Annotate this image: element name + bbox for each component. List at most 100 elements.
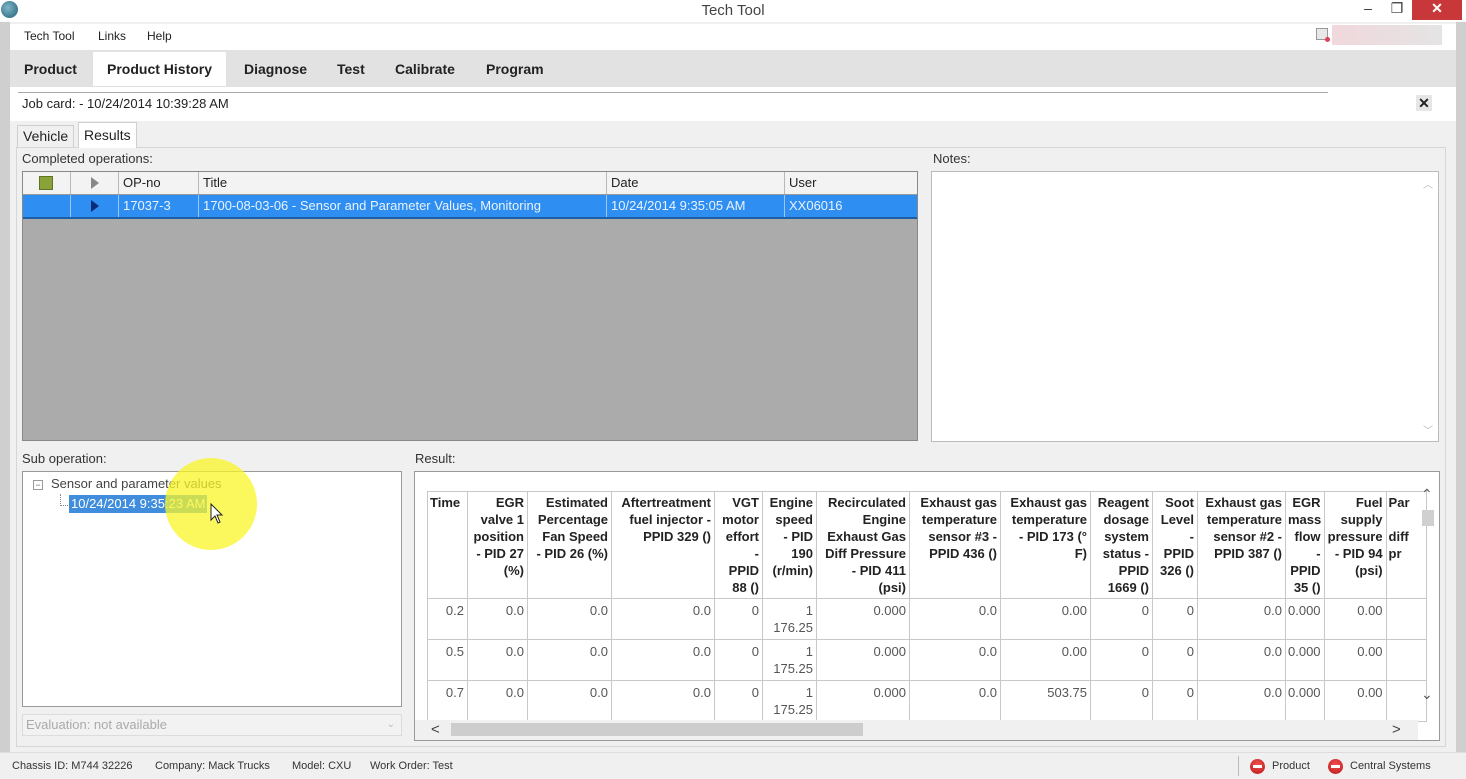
window-title: Tech Tool [701, 2, 765, 19]
result-vertical-scrollbar[interactable]: ⌃ ⌄ [1418, 486, 1438, 716]
result-column-header[interactable]: Reagent dosage system status - PPID 1669 () [1090, 491, 1153, 599]
result-column-header[interactable]: EGR mass flow - PPID 35 () [1285, 491, 1325, 599]
header-expand-column[interactable] [71, 172, 119, 194]
header-text-line: PPID 329 () [643, 529, 711, 544]
header-text-line: EGR [1292, 495, 1321, 510]
job-card-label: Job card: - 10/24/2014 10:39:28 AM [22, 96, 229, 111]
menu-help[interactable]: Help [147, 29, 172, 43]
restore-button[interactable]: ❐ [1386, 0, 1408, 20]
header-text-line: F) [1074, 546, 1087, 561]
header-text-line: Aftertreatment [621, 495, 711, 510]
result-cell: 0 [1152, 639, 1198, 681]
play-icon [91, 177, 99, 189]
result-column-header[interactable]: Recirculated Engine Exhaust Gas Diff Pressu… [816, 491, 910, 599]
completed-operations-grid: OP-no Title Date User 17037-3 1700-08-03… [22, 171, 918, 441]
notes-textarea[interactable]: ︿ ﹀ [931, 171, 1439, 442]
result-cell: 503.75 [1000, 680, 1091, 722]
result-horizontal-scrollbar[interactable]: < > [415, 720, 1418, 740]
header-text-line: - [1316, 546, 1321, 561]
tree-node-selected[interactable]: 10/24/2014 9:35:23 AM [69, 495, 208, 513]
result-column-header[interactable]: Exhaust gas temperature - PID 173 (° F) [1000, 491, 1091, 599]
header-op-no[interactable]: OP-no [119, 172, 199, 194]
result-cell: 0.0 [909, 598, 1001, 640]
header-title[interactable]: Title [199, 172, 607, 194]
header-user[interactable]: User [785, 172, 917, 194]
header-text-line: status - [1102, 546, 1149, 561]
scroll-down-icon[interactable]: ⌄ [1421, 686, 1433, 703]
result-row[interactable]: 0.5 0.0 0.0 0.0 0 1 175.25 0.000 0.0 0.00 0 0 0.0 0.… [427, 639, 1427, 681]
scroll-thumb[interactable] [451, 723, 863, 736]
scroll-down-icon[interactable]: ﹀ [1423, 422, 1433, 437]
header-text-line: supply [1340, 512, 1383, 527]
result-column-header[interactable]: Engine speed - PID 190 (r/min) [762, 491, 817, 599]
header-text-line: valve 1 [480, 512, 524, 527]
evaluation-dropdown[interactable]: Evaluation: not available ⌄ [22, 714, 402, 736]
result-row[interactable]: 0.7 0.0 0.0 0.0 0 1 175.25 0.000 0.0 503.75 0 0 0.0… [427, 680, 1427, 722]
table-row[interactable]: 17037-3 1700-08-03-06 - Sensor and Param… [23, 195, 917, 219]
job-card-bar: Job card: - 10/24/2014 10:39:28 AM ✕ [10, 87, 1456, 121]
header-text-line: (psi) [1355, 563, 1383, 578]
result-cell: 0.00 [1323, 598, 1387, 640]
tab-diagnose[interactable]: Diagnose [230, 52, 321, 86]
result-cell: 0 [714, 680, 763, 722]
result-cell: 0.0 [527, 680, 612, 722]
menu-links[interactable]: Links [98, 29, 126, 43]
result-column-header[interactable]: Exhaust gas temperature sensor #3 - PPID 43… [909, 491, 1001, 599]
tab-vehicle[interactable]: Vehicle [17, 125, 75, 147]
tab-product[interactable]: Product [10, 52, 91, 86]
header-text-line: system [1104, 529, 1149, 544]
result-column-header[interactable]: Soot Level - PPID 326 () [1152, 491, 1198, 599]
scroll-thumb[interactable] [1422, 510, 1434, 526]
result-cell: 0.000 [816, 680, 910, 722]
header-text-line: Estimated [545, 495, 608, 510]
minimize-button[interactable]: – [1357, 0, 1379, 20]
header-text-line: - [754, 546, 759, 561]
result-column-header[interactable]: Fuel supply pressure - PID 94 (psi) [1323, 491, 1387, 599]
result-row[interactable]: 0.2 0.0 0.0 0.0 0 1 176.25 0.000 0.0 0.00 0 0 0.0 0.… [427, 598, 1427, 640]
notification-icon[interactable] [1316, 28, 1330, 42]
result-column-header[interactable]: VGT motor effort - PPID 88 () [714, 491, 763, 599]
notes-scrollbar[interactable]: ︿ ﹀ [1420, 172, 1436, 441]
scroll-right-icon[interactable]: > [1392, 721, 1401, 738]
central-systems-status-icon [1328, 759, 1343, 774]
menu-tech-tool[interactable]: Tech Tool [24, 29, 74, 43]
header-text-line: Fan Speed [542, 529, 608, 544]
result-grid: Time EGR valve 1 position - PID 27 (%) Estimat… [414, 471, 1440, 741]
header-text-line: temperature [1011, 512, 1087, 527]
tab-test[interactable]: Test [323, 52, 379, 86]
header-text-line: Time [430, 495, 461, 510]
header-text-line: speed [775, 512, 813, 527]
tab-calibrate[interactable]: Calibrate [381, 52, 469, 86]
sub-operation-label: Sub operation: [22, 451, 107, 466]
header-status-column[interactable] [23, 172, 71, 194]
result-column-header[interactable]: EGR valve 1 position - PID 27 (%) [467, 491, 528, 599]
tab-results[interactable]: Results [78, 122, 137, 148]
result-header-row: Time EGR valve 1 position - PID 27 (%) Estimat… [427, 491, 1427, 599]
tree-node-parent[interactable]: Sensor and parameter values [51, 476, 222, 491]
header-date[interactable]: Date [607, 172, 785, 194]
chassis-id: Chassis ID: M744 32226 [12, 760, 133, 772]
tab-product-history[interactable]: Product History [93, 52, 227, 86]
tree-collapse-icon[interactable]: − [33, 480, 43, 490]
result-column-header[interactable]: Time [427, 491, 468, 599]
job-card-close-button[interactable]: ✕ [1416, 95, 1432, 111]
product-status-icon [1250, 759, 1265, 774]
result-cell: 0 [1152, 598, 1198, 640]
menu-search-field[interactable] [1332, 25, 1442, 45]
result-cell: 0.0 [1197, 598, 1286, 640]
scroll-up-icon[interactable]: ⌃ [1421, 486, 1433, 503]
result-cell: 0.000 [1285, 680, 1325, 722]
header-text-line: PPID [1290, 563, 1321, 578]
header-text-line: temperature [1206, 512, 1282, 527]
scroll-up-icon[interactable]: ︿ [1423, 176, 1433, 191]
result-column-header[interactable]: Exhaust gas temperature sensor #2 - PPID 38… [1197, 491, 1286, 599]
header-text-line: PPID 387 () [1214, 546, 1282, 561]
result-column-header[interactable]: Aftertreatment fuel injector - PPID 329 () [611, 491, 715, 599]
window-close-button[interactable]: ✕ [1412, 0, 1462, 20]
tab-program[interactable]: Program [472, 52, 558, 86]
result-column-header[interactable]: Estimated Percentage Fan Speed - PID 26 (%) [527, 491, 612, 599]
status-icon [39, 176, 53, 190]
row-op-no: 17037-3 [119, 195, 199, 217]
scroll-left-icon[interactable]: < [431, 721, 440, 738]
main-tab-bar: Product Product History Diagnose Test Ca… [10, 50, 1456, 87]
